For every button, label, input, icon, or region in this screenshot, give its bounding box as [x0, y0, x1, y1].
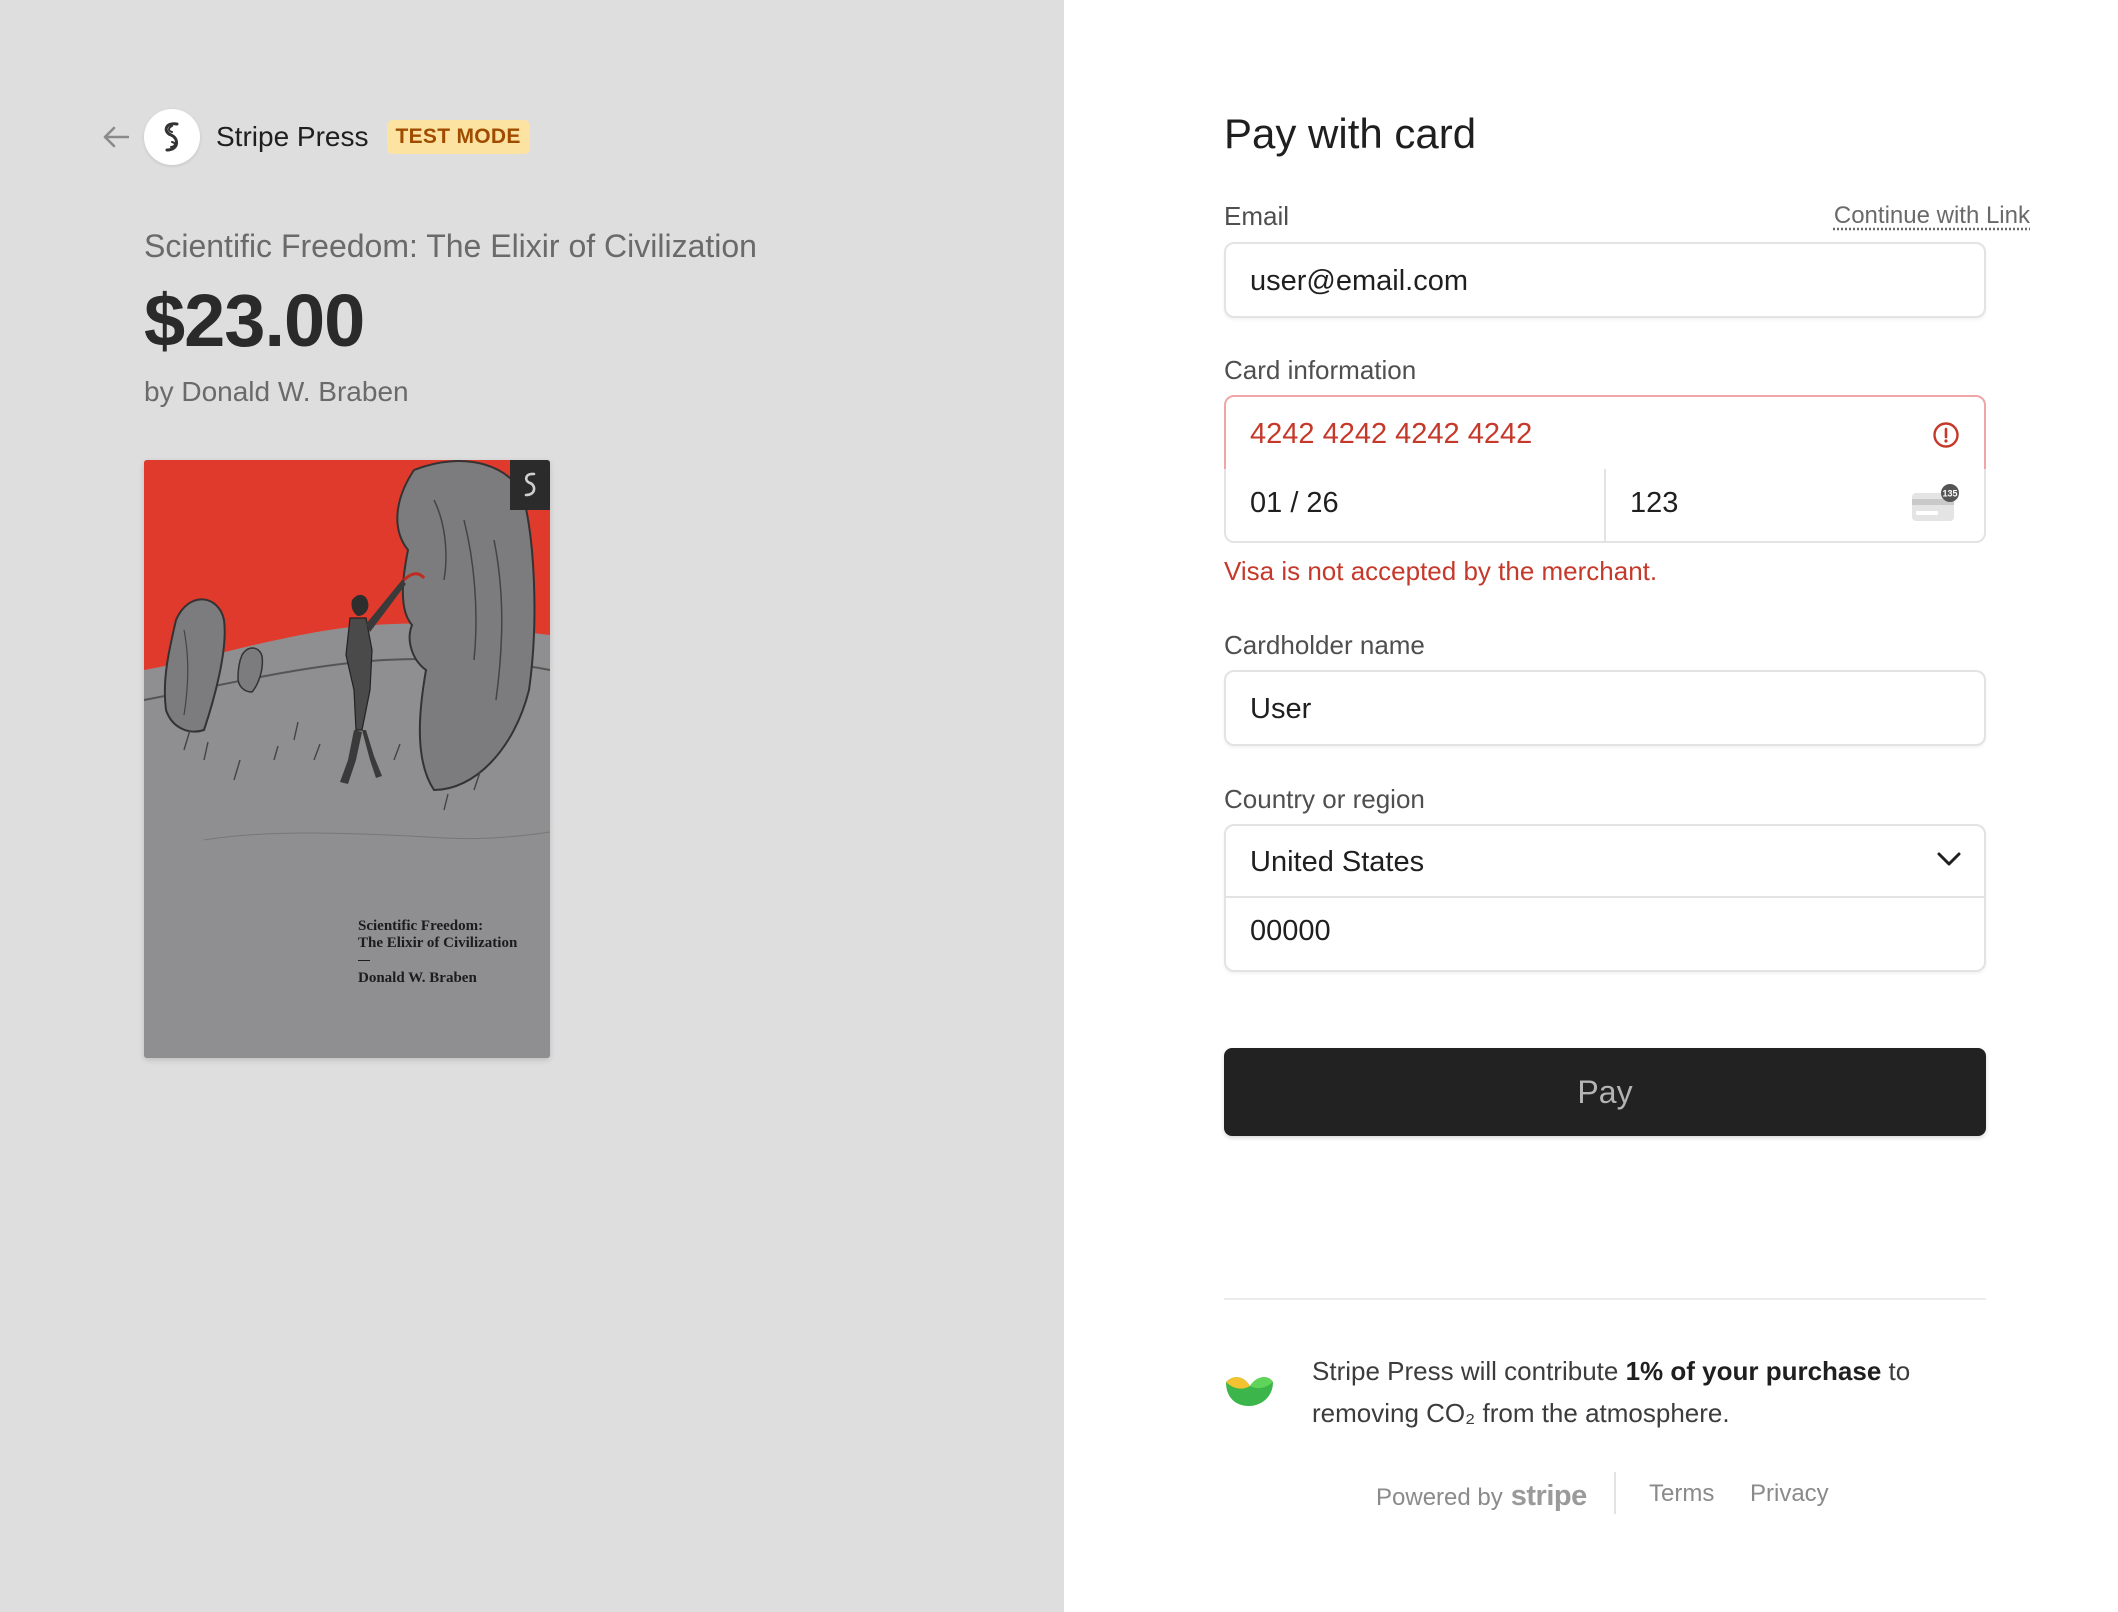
- payment-panel: Pay with card Email Continue with Link u…: [1064, 0, 2118, 1612]
- card-info-label: Card information: [1224, 355, 1417, 385]
- climate-text-part-1: Stripe Press will contribute: [1312, 1356, 1626, 1386]
- card-number-field[interactable]: 4242 4242 4242 4242: [1224, 395, 1986, 471]
- country-select[interactable]: United States: [1226, 826, 1984, 898]
- svg-text:135: 135: [1942, 489, 1957, 499]
- section-divider: [1224, 1298, 1986, 1300]
- cover-title-line-2: The Elixir of Civilization: [358, 935, 518, 951]
- terms-link[interactable]: Terms: [1649, 1480, 1714, 1508]
- book-cover-illustration: [144, 460, 550, 1058]
- book-cover-image: Scientific Freedom: The Elixir of Civili…: [144, 460, 550, 1058]
- merchant-name: Stripe Press: [216, 121, 369, 152]
- cardholder-name-value: User: [1250, 693, 1312, 725]
- product-price: $23.00: [144, 279, 365, 362]
- card-cvc-value: 123: [1630, 487, 1679, 519]
- publisher-mark: [510, 460, 550, 510]
- cover-title-line-1: Scientific Freedom:: [358, 918, 484, 934]
- email-label: Email: [1224, 201, 1290, 231]
- country-value: United States: [1250, 846, 1425, 878]
- climate-text-bold: 1% of your purchase: [1625, 1356, 1882, 1386]
- country-label: Country or region: [1224, 784, 1425, 814]
- cover-divider: [358, 960, 370, 961]
- zip-field[interactable]: 00000: [1226, 898, 1984, 970]
- climate-text: Stripe Press will contribute 1% of your …: [1312, 1350, 1972, 1434]
- stripe-press-logo-icon: [524, 472, 536, 497]
- powered-by-label: Powered by: [1376, 1484, 1503, 1511]
- product-author: by Donald W. Braben: [144, 376, 409, 407]
- footer-separator: [1614, 1472, 1616, 1514]
- card-error-message: Visa is not accepted by the merchant.: [1224, 556, 1658, 586]
- cardholder-label: Cardholder name: [1224, 630, 1425, 660]
- climate-leaf-icon: [1226, 1377, 1273, 1406]
- footer: Powered by stripe Terms Privacy: [1064, 1472, 2118, 1516]
- cover-author: Donald W. Braben: [358, 970, 477, 986]
- stripe-press-logo-icon: [164, 122, 179, 152]
- zip-value: 00000: [1250, 915, 1331, 947]
- climate-contribution: Stripe Press will contribute 1% of your …: [1224, 1350, 1986, 1440]
- email-field[interactable]: user@email.com: [1224, 242, 1986, 318]
- test-mode-badge: TEST MODE: [386, 120, 530, 154]
- pay-button[interactable]: Pay: [1224, 1048, 1986, 1136]
- chevron-down-icon: [1937, 852, 1961, 866]
- powered-by-stripe[interactable]: Powered by stripe: [1376, 1480, 1587, 1513]
- email-value: user@email.com: [1250, 265, 1468, 297]
- country-address-group: United States 00000: [1224, 824, 1986, 972]
- card-information-group: 4242 4242 4242 4242 01 / 26 123 135: [1224, 395, 1986, 543]
- continue-with-link[interactable]: Continue with Link: [1834, 202, 2030, 230]
- cvc-card-icon: 135: [1912, 484, 1959, 521]
- back-button[interactable]: [100, 121, 132, 153]
- cover-title: Scientific Freedom: The Elixir of Civili…: [358, 918, 517, 952]
- arrow-left-icon: [103, 126, 129, 148]
- merchant-logo[interactable]: [144, 109, 200, 165]
- stripe-wordmark: stripe: [1510, 1480, 1587, 1512]
- privacy-link[interactable]: Privacy: [1750, 1480, 1829, 1508]
- cardholder-name-field[interactable]: User: [1224, 670, 1986, 746]
- card-number-value: 4242 4242 4242 4242: [1250, 418, 1533, 450]
- form-title: Pay with card: [1224, 110, 1477, 157]
- merchant-header: Stripe Press TEST MODE: [100, 108, 530, 166]
- card-expiry-field[interactable]: 01 / 26: [1224, 469, 1606, 543]
- error-circle-icon: [1933, 422, 1959, 448]
- product-name: Scientific Freedom: The Elixir of Civili…: [144, 228, 757, 264]
- order-summary-panel: Stripe Press TEST MODE Scientific Freedo…: [0, 0, 1064, 1612]
- card-expiry-value: 01 / 26: [1250, 487, 1339, 519]
- card-cvc-field[interactable]: 123 135: [1604, 469, 1986, 543]
